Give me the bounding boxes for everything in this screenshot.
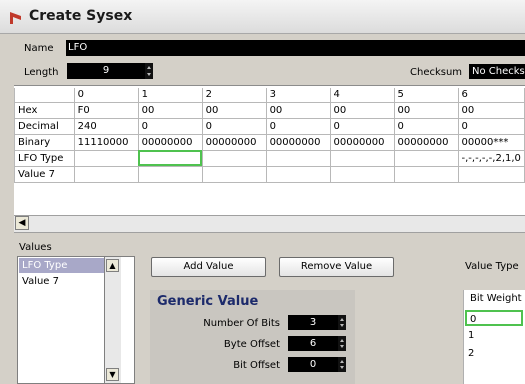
grid-cell[interactable] — [201, 149, 267, 167]
grid-cell[interactable]: 00 — [201, 101, 267, 119]
remove-value-button[interactable]: Remove Value — [279, 257, 394, 277]
length-spinner[interactable] — [145, 63, 153, 79]
number-of-bits-label: Number Of Bits — [203, 318, 280, 329]
grid-cell[interactable]: 0 — [265, 117, 331, 135]
grid-cell[interactable]: 0 — [201, 117, 267, 135]
values-label: Values — [19, 242, 52, 253]
scroll-down-icon[interactable]: ▼ — [106, 368, 119, 381]
header-corner — [14, 88, 75, 103]
grid-cell-selected[interactable] — [137, 149, 203, 167]
byte-offset-field[interactable]: 6 — [288, 336, 338, 351]
grid-cell[interactable]: 00000*** — [457, 133, 525, 151]
grid-cell[interactable]: 00 — [393, 101, 459, 119]
generic-value-title: Generic Value — [157, 294, 259, 309]
app-logo-icon — [10, 12, 21, 24]
bit-weight-item-selected[interactable]: 0 — [465, 310, 523, 326]
number-of-bits-field[interactable]: 3 — [288, 315, 338, 330]
column-header: 3 — [265, 88, 331, 103]
grid-cell[interactable] — [457, 165, 525, 183]
grid-cell[interactable] — [329, 149, 395, 167]
table-row: Decimal 240 0 0 0 0 0 0 — [14, 117, 525, 135]
row-label: Hex — [14, 101, 75, 119]
grid-cell[interactable] — [329, 165, 395, 183]
grid-cell[interactable] — [73, 149, 139, 167]
row-label: Decimal — [14, 117, 75, 135]
byte-offset-label: Byte Offset — [223, 339, 280, 350]
column-header: 5 — [393, 88, 459, 103]
grid-cell[interactable]: 00 — [457, 101, 525, 119]
length-field[interactable]: 9 — [67, 63, 145, 79]
checksum-label: Checksum — [410, 67, 463, 78]
grid-cell[interactable]: 240 — [73, 117, 139, 135]
grid-cell[interactable]: 11110000 — [73, 133, 139, 151]
horizontal-scrollbar[interactable] — [14, 215, 525, 233]
grid-cell[interactable] — [265, 165, 331, 183]
grid-cell[interactable] — [137, 165, 203, 183]
bit-offset-spinner[interactable] — [338, 357, 346, 372]
row-label: Value 7 — [14, 165, 75, 183]
grid-cell[interactable]: 0 — [137, 117, 203, 135]
row-label: Binary — [14, 133, 75, 151]
grid-cell[interactable] — [73, 165, 139, 183]
grid-cell[interactable]: 0 — [457, 117, 525, 135]
table-row: LFO Type -,-,-,-,-,2,1,0 — [14, 149, 525, 167]
table-row: Hex F0 00 00 00 00 00 00 — [14, 101, 525, 119]
table-header-row: 0 1 2 3 4 5 6 — [14, 88, 525, 103]
column-header: 2 — [201, 88, 267, 103]
grid-cell[interactable] — [393, 149, 459, 167]
grid-cell[interactable]: F0 — [73, 101, 139, 119]
grid-cell[interactable] — [393, 165, 459, 183]
column-header: 6 — [457, 88, 525, 103]
grid-cell[interactable]: 00 — [265, 101, 331, 119]
name-label: Name — [24, 43, 54, 54]
bit-weight-item[interactable]: 1 — [465, 328, 523, 344]
grid-cell[interactable]: 00000000 — [137, 133, 203, 151]
list-item-selected[interactable]: LFO Type — [19, 258, 104, 273]
column-header: 1 — [137, 88, 203, 103]
grid-cell[interactable]: 0 — [329, 117, 395, 135]
scroll-left-icon[interactable]: ◀ — [15, 216, 29, 230]
grid-cell[interactable]: 00000000 — [329, 133, 395, 151]
grid-cell[interactable]: 00000000 — [201, 133, 267, 151]
name-field[interactable]: LFO — [66, 40, 525, 56]
grid-cell[interactable]: 00 — [137, 101, 203, 119]
bit-offset-field[interactable]: 0 — [288, 357, 338, 372]
grid-cell[interactable]: 00 — [329, 101, 395, 119]
grid-cell[interactable]: -,-,-,-,-,2,1,0 — [457, 149, 525, 167]
list-item[interactable]: Value 7 — [19, 274, 104, 289]
checksum-select[interactable]: No Checksum — [469, 64, 525, 79]
grid-cell[interactable]: 00000000 — [393, 133, 459, 151]
length-label: Length — [24, 67, 59, 78]
table-row: Binary 11110000 00000000 00000000 000000… — [14, 133, 525, 151]
sysex-table: 0 1 2 3 4 5 6 Hex F0 00 00 00 00 00 00 D… — [14, 88, 525, 183]
bit-offset-label: Bit Offset — [233, 360, 280, 371]
grid-cell[interactable] — [201, 165, 267, 183]
row-label: LFO Type — [14, 149, 75, 167]
vertical-scrollbar[interactable] — [104, 257, 121, 383]
column-header: 4 — [329, 88, 395, 103]
window-title: Create Sysex — [29, 8, 133, 24]
grid-cell[interactable]: 00000000 — [265, 133, 331, 151]
value-type-label: Value Type — [465, 261, 519, 272]
number-of-bits-spinner[interactable] — [338, 315, 346, 330]
column-header: 0 — [73, 88, 139, 103]
grid-cell[interactable]: 0 — [393, 117, 459, 135]
table-row: Value 7 — [14, 165, 525, 183]
add-value-button[interactable]: Add Value — [151, 257, 266, 277]
byte-offset-spinner[interactable] — [338, 336, 346, 351]
grid-cell[interactable] — [265, 149, 331, 167]
scroll-up-icon[interactable]: ▲ — [106, 259, 119, 272]
bit-weight-label: Bit Weight — [470, 293, 522, 304]
bit-weight-item[interactable]: 2 — [465, 346, 523, 362]
